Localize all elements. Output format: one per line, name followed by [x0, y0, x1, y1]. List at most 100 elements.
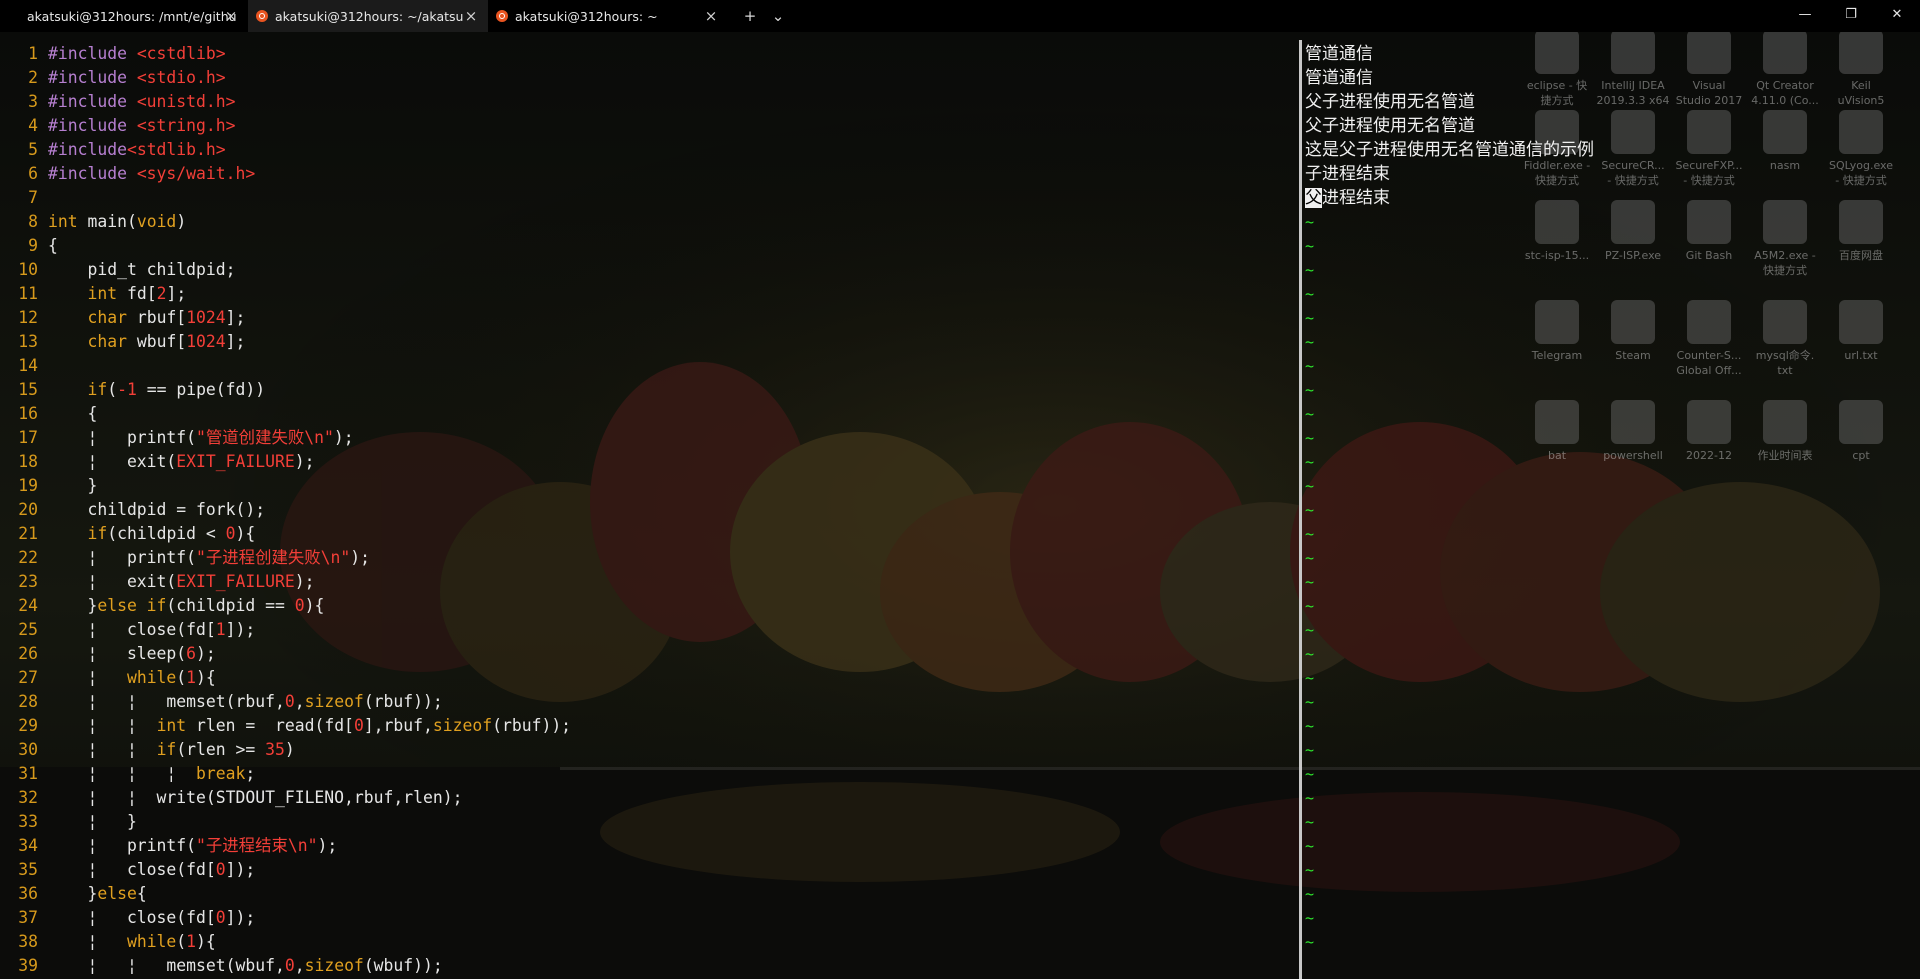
code-token: ¦ ¦ write(STDOUT_FILENO,rbuf,rlen);	[48, 788, 463, 807]
code-text: int fd[2];	[48, 282, 186, 306]
code-token: ){	[196, 668, 216, 687]
code-token: EXIT_FAILURE	[176, 452, 295, 471]
line-number: 18	[18, 452, 38, 471]
code-token: );	[317, 836, 338, 855]
code-line: 33 ¦ }	[0, 810, 1295, 834]
code-line: 6 #include <sys/wait.h>	[0, 162, 1295, 186]
code-text: }else{	[48, 882, 146, 906]
code-token: 35	[265, 740, 285, 759]
close-icon[interactable]: ×	[704, 8, 718, 24]
empty-line-tilde: ~	[1305, 597, 1315, 615]
code-token: ¦ sleep(	[48, 644, 187, 663]
code-token: ],rbuf,	[363, 716, 433, 735]
line-number: 20	[18, 500, 38, 519]
code-token: )	[176, 212, 187, 231]
line-number: 1	[28, 44, 38, 63]
empty-line-tilde: ~	[1305, 765, 1315, 783]
empty-line-tilde: ~	[1305, 453, 1315, 471]
code-text: }else if(childpid == 0){	[48, 594, 324, 618]
code-token: sizeof	[432, 716, 493, 735]
code-text: ¦ printf("子进程创建失败\n");	[48, 546, 370, 570]
code-text: pid_t childpid;	[48, 258, 235, 282]
code-token: sizeof	[304, 956, 364, 975]
close-icon[interactable]: ×	[464, 8, 478, 24]
code-token: ¦	[48, 668, 127, 687]
code-line: 16 {	[0, 402, 1295, 426]
code-text: ¦ }	[48, 810, 136, 834]
vim-output-pane[interactable]: 管道通信 管道通信 父子进程使用无名管道 父子进程使用无名管道 这是父子进程使用无名管道…	[1305, 42, 1905, 954]
code-token: ];	[225, 332, 246, 351]
line-number: 19	[18, 476, 38, 495]
code-token: ]);	[225, 908, 256, 927]
code-token: 1024	[186, 332, 226, 351]
line-number: 37	[18, 908, 38, 927]
line-number: 14	[18, 356, 38, 375]
output-line: 管道通信	[1305, 68, 1373, 88]
tab-2[interactable]: akatsuki@312hours: ~/akatsu ×	[248, 0, 488, 32]
code-text: ¦ printf("管道创建失败\n");	[48, 426, 353, 450]
code-line: 14	[0, 354, 1295, 378]
code-token: ¦ printf(	[48, 836, 197, 855]
code-token: #include	[48, 164, 137, 183]
line-number: 38	[18, 932, 38, 951]
minimize-button[interactable]: —	[1782, 0, 1828, 32]
code-line: 29 ¦ ¦ int rlen = read(fd[0],rbuf,sizeof…	[0, 714, 1295, 738]
code-line: 28 ¦ ¦ memset(rbuf,0,sizeof(rbuf));	[0, 690, 1295, 714]
line-number: 24	[18, 596, 38, 615]
code-line: 23 ¦ exit(EXIT_FAILURE);	[0, 570, 1295, 594]
code-line: 5 #include<stdlib.h>	[0, 138, 1295, 162]
code-line: 10 pid_t childpid;	[0, 258, 1295, 282]
code-text: ¦ close(fd[0]);	[48, 858, 255, 882]
empty-line-tilde: ~	[1305, 861, 1315, 879]
code-line: 25 ¦ close(fd[1]);	[0, 618, 1295, 642]
code-token: if	[156, 740, 177, 759]
code-token: int	[48, 212, 78, 231]
empty-line-tilde: ~	[1305, 285, 1315, 303]
maximize-button[interactable]: ❐	[1828, 0, 1874, 32]
code-token: while	[126, 668, 177, 687]
code-token: (childpid <	[107, 524, 226, 543]
empty-line-tilde: ~	[1305, 261, 1315, 279]
tab-dropdown-button[interactable]: ⌄	[765, 0, 791, 32]
code-line: 26 ¦ sleep(6);	[0, 642, 1295, 666]
code-token: 0	[353, 716, 364, 735]
code-text: ¦ close(fd[0]);	[48, 906, 255, 930]
output-line: 这是父子进程使用无名管道通信的示例	[1305, 140, 1594, 160]
code-token: )	[284, 740, 295, 759]
close-icon[interactable]: ×	[224, 8, 238, 24]
pane-divider[interactable]	[1299, 40, 1302, 979]
code-token: char	[87, 332, 127, 351]
code-token: #include	[48, 44, 137, 63]
code-token: 1024	[186, 308, 226, 327]
tab-1[interactable]: akatsuki@312hours: /mnt/e/githu ×	[0, 0, 248, 32]
new-tab-button[interactable]: +	[735, 0, 765, 32]
code-text: ¦ ¦ if(rlen >= 35)	[48, 738, 295, 762]
code-token: (wbuf));	[363, 956, 443, 975]
vim-code-pane[interactable]: 1 #include <cstdlib> 2 #include <stdio.h> 3 #…	[0, 42, 1295, 978]
code-token: char	[87, 308, 127, 327]
code-token: childpid = fork();	[48, 500, 266, 519]
code-token: }	[48, 884, 98, 903]
code-text: #include <unistd.h>	[48, 90, 236, 114]
line-number: 8	[28, 212, 38, 231]
empty-line-tilde: ~	[1305, 909, 1315, 927]
code-token: <stdio.h>	[136, 68, 226, 87]
code-text: if(childpid < 0){	[48, 522, 255, 546]
line-number: 10	[18, 260, 38, 279]
code-token: ¦ ¦	[48, 716, 157, 735]
code-token: ¦ exit(	[48, 572, 177, 591]
code-line: 35 ¦ close(fd[0]);	[0, 858, 1295, 882]
text-cursor: 父	[1305, 188, 1322, 208]
code-text: {	[48, 234, 58, 258]
close-window-button[interactable]: ✕	[1874, 0, 1920, 32]
code-text: #include <stdio.h>	[48, 66, 226, 90]
output-lines: 管道通信 管道通信 父子进程使用无名管道 父子进程使用无名管道 这是父子进程使用无名管道…	[1305, 42, 1905, 186]
code-token: 0	[215, 860, 226, 879]
code-token: );	[294, 452, 315, 471]
line-number: 23	[18, 572, 38, 591]
line-number: 33	[18, 812, 38, 831]
tab-3[interactable]: akatsuki@312hours: ~ ×	[488, 0, 728, 32]
empty-line-tilde: ~	[1305, 717, 1315, 735]
